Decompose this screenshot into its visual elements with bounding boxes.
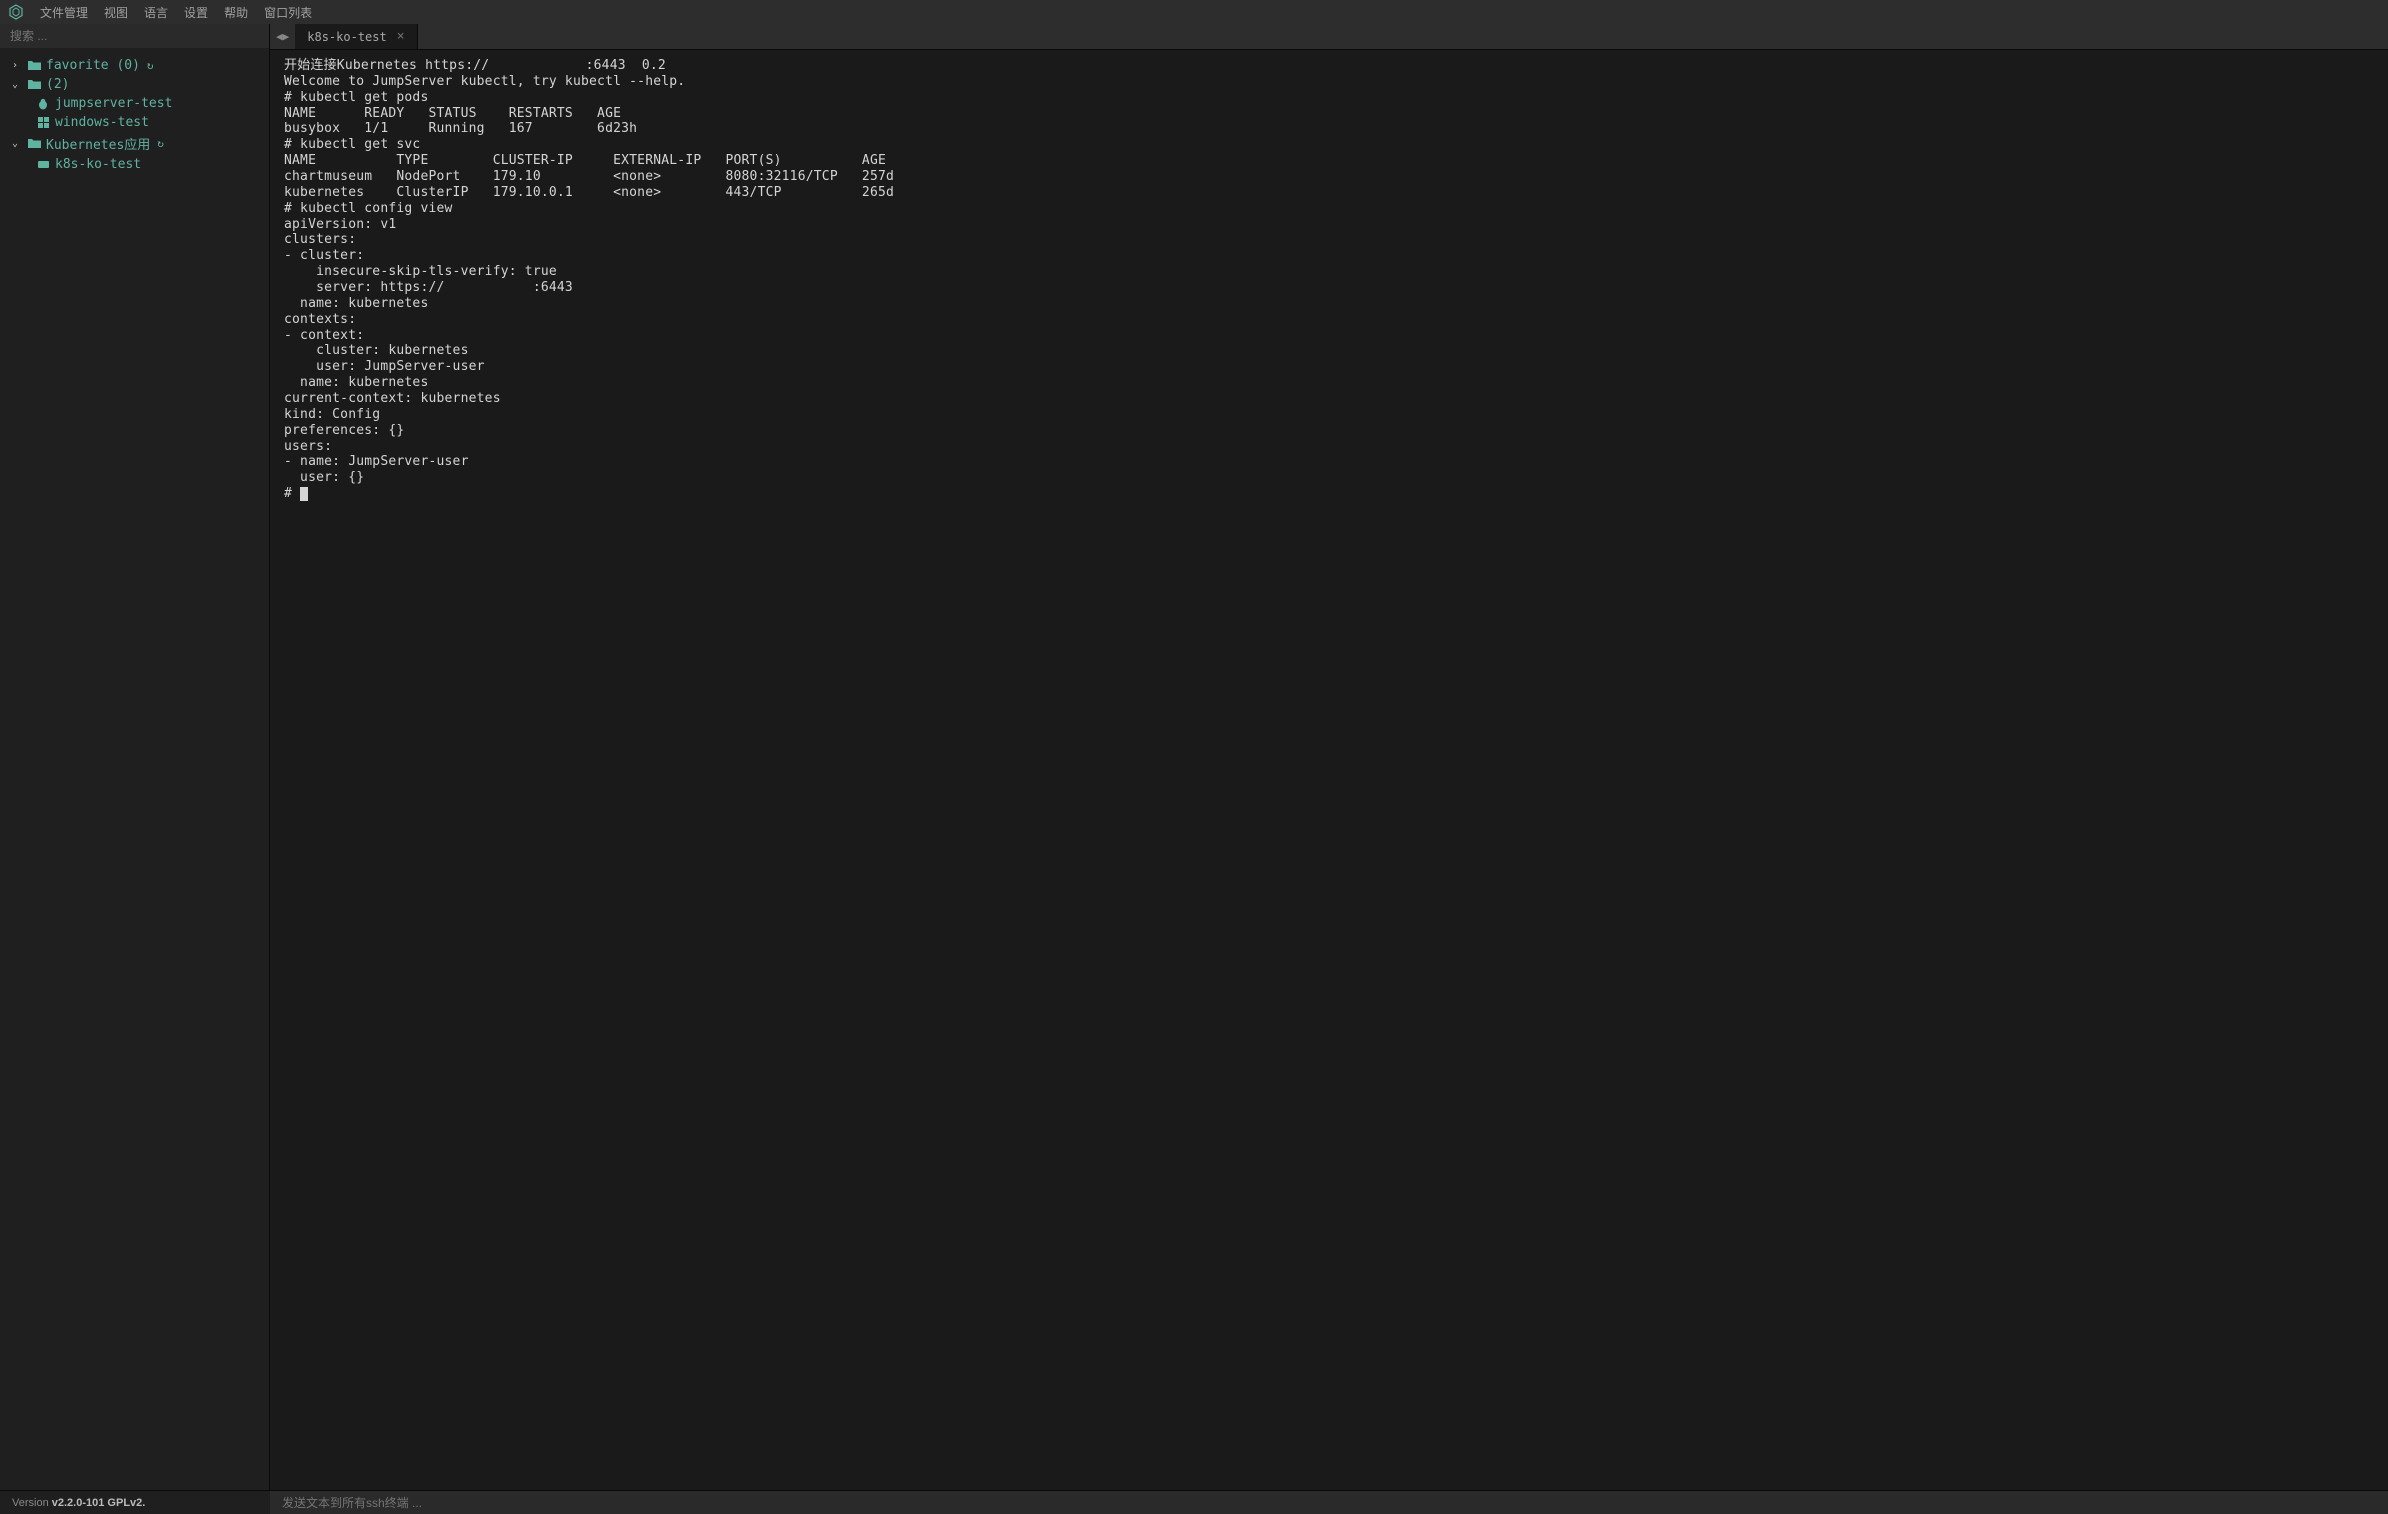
menu-language[interactable]: 语言 (144, 4, 168, 21)
tree-item-jumpserver-test[interactable]: jumpserver-test (0, 94, 269, 113)
version-text: v2.2.0-101 GPLv2. (52, 1497, 146, 1509)
tree-item-label: windows-test (55, 115, 149, 130)
tree-group-favorite[interactable]: › favorite (0) ↻ (0, 56, 269, 75)
tree-group-assets[interactable]: ⌄ (2) (0, 75, 269, 94)
terminal-output[interactable]: 开始连接Kubernetes https:// :6443 0.2 Welcom… (270, 50, 2388, 1490)
folder-icon (27, 60, 41, 71)
menu-view[interactable]: 视图 (104, 4, 128, 21)
chevron-right-icon: › (12, 60, 22, 71)
tree-item-label: k8s-ko-test (55, 157, 141, 172)
tree-label: favorite (0) (46, 58, 140, 73)
close-icon[interactable]: × (397, 29, 405, 44)
folder-icon (27, 138, 41, 149)
menu-file-management[interactable]: 文件管理 (40, 4, 88, 21)
k8s-icon (36, 159, 50, 170)
broadcast-input[interactable] (282, 1496, 2376, 1510)
tree-item-windows-test[interactable]: windows-test (0, 113, 269, 132)
windows-icon (36, 117, 50, 128)
chevron-down-icon: ⌄ (12, 138, 22, 149)
search-bar (0, 24, 269, 48)
refresh-icon[interactable]: ↻ (157, 137, 164, 150)
tree-label: Kubernetes应用 (46, 134, 150, 153)
tab-k8s-ko-test[interactable]: k8s-ko-test × (295, 24, 417, 49)
menu-help[interactable]: 帮助 (224, 4, 248, 21)
version-prefix: Version (12, 1497, 49, 1509)
tree-item-label: jumpserver-test (55, 96, 172, 111)
terminal-area: ◀▶ k8s-ko-test × 开始连接Kubernetes https://… (270, 24, 2388, 1490)
refresh-icon[interactable]: ↻ (147, 59, 154, 72)
footer: Version v2.2.0-101 GPLv2. (0, 1490, 2388, 1514)
chevron-down-icon: ⌄ (12, 79, 22, 90)
tree-item-k8s-ko-test[interactable]: k8s-ko-test (0, 155, 269, 174)
tab-label: k8s-ko-test (307, 30, 386, 44)
broadcast-bar (270, 1490, 2388, 1514)
menu-window-list[interactable]: 窗口列表 (264, 4, 312, 21)
folder-icon (27, 79, 41, 90)
version-bar: Version v2.2.0-101 GPLv2. (0, 1490, 270, 1514)
search-input[interactable] (10, 29, 259, 43)
asset-tree: › favorite (0) ↻ ⌄ (2) jumpserver-tes (0, 48, 269, 1490)
terminal-cursor (300, 487, 308, 501)
menubar: 文件管理 视图 语言 设置 帮助 窗口列表 (0, 0, 2388, 24)
tree-label: (2) (46, 77, 69, 92)
sidebar: › favorite (0) ↻ ⌄ (2) jumpserver-tes (0, 24, 270, 1490)
tab-nav-arrows[interactable]: ◀▶ (270, 24, 295, 49)
tree-group-kubernetes[interactable]: ⌄ Kubernetes应用 ↻ (0, 132, 269, 155)
menu-settings[interactable]: 设置 (184, 4, 208, 21)
linux-icon (36, 98, 50, 110)
tabbar: ◀▶ k8s-ko-test × (270, 24, 2388, 50)
app-logo-icon (8, 4, 24, 20)
